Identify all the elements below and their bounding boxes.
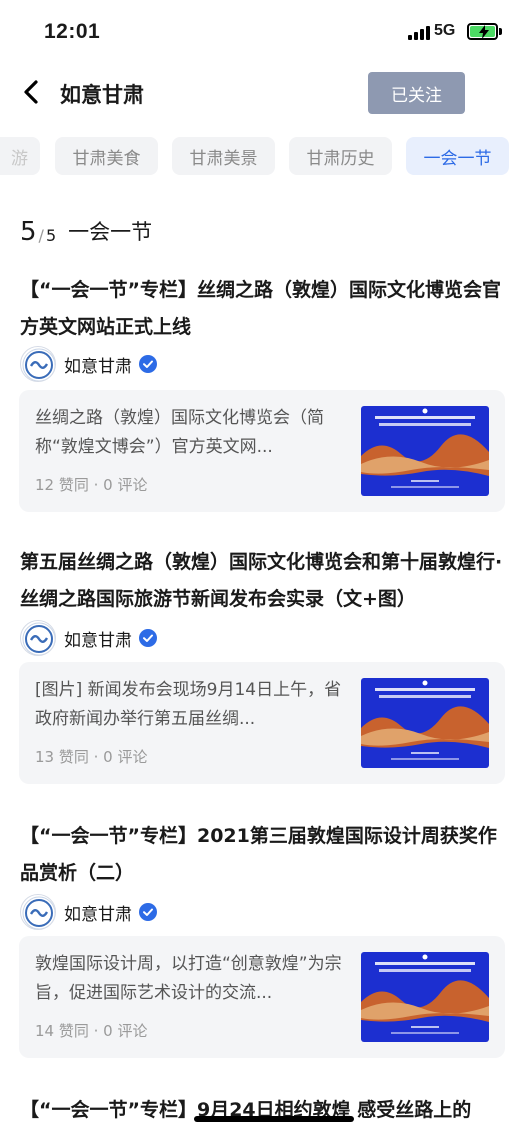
author-row[interactable]: 如意甘肃 <box>20 346 157 382</box>
category-tabs: 游 甘肃美食 甘肃美景 甘肃历史 一会一节 <box>0 137 524 177</box>
article-title[interactable]: 【“一会一节”专栏】2021第三届敦煌国际设计周获奖作品赏析（二） <box>20 818 506 892</box>
status-time: 12:01 <box>44 20 101 43</box>
signal-bars-icon <box>408 26 430 40</box>
author-name: 如意甘肃 <box>64 904 132 925</box>
section-heading: 5 / 5 一会一节 <box>20 217 155 250</box>
article-thumbnail <box>361 406 489 496</box>
page-title: 如意甘肃 <box>60 83 144 107</box>
article-title[interactable]: 第五届丝绸之路（敦煌）国际文化博览会和第十届敦煌行·丝绸之路国际旅游节新闻发布会… <box>20 544 506 618</box>
tab-scenery[interactable]: 甘肃美景 <box>172 137 275 175</box>
header: 如意甘肃 已关注 <box>0 64 524 122</box>
tab-travel[interactable]: 游 <box>0 137 40 175</box>
verified-badge-icon <box>139 629 157 647</box>
article-thumbnail <box>361 678 489 768</box>
author-row[interactable]: 如意甘肃 <box>20 894 157 930</box>
card-stats: 14 赞同 · 0 评论 <box>35 1022 148 1040</box>
avatar <box>20 346 56 382</box>
article-thumbnail <box>361 952 489 1042</box>
status-bar: 12:01 5G <box>0 0 524 64</box>
verified-badge-icon <box>139 903 157 921</box>
section-title: 一会一节 <box>66 220 155 250</box>
pager-total: 5 <box>45 226 57 245</box>
tab-event[interactable]: 一会一节 <box>406 137 509 175</box>
avatar <box>20 894 56 930</box>
follow-button[interactable]: 已关注 <box>368 72 465 114</box>
tab-history[interactable]: 甘肃历史 <box>289 137 392 175</box>
avatar <box>20 620 56 656</box>
author-name: 如意甘肃 <box>64 630 132 651</box>
author-row[interactable]: 如意甘肃 <box>20 620 157 656</box>
card-summary: [图片] 新闻发布会现场9月14日上午，省政府新闻办举行第五届丝绸... <box>35 680 342 729</box>
tab-food[interactable]: 甘肃美食 <box>55 137 158 175</box>
author-name: 如意甘肃 <box>64 356 132 377</box>
pager-separator: / <box>38 226 44 245</box>
network-type: 5G <box>434 22 456 39</box>
card-summary: 敦煌国际设计周，以打造“创意敦煌”为宗旨，促进国际艺术设计的交流... <box>35 954 342 1003</box>
home-indicator[interactable] <box>194 1116 354 1122</box>
article-title[interactable]: 【“一会一节”专栏】丝绸之路（敦煌）国际文化博览会官方英文网站正式上线 <box>20 272 506 346</box>
article-card[interactable]: 丝绸之路（敦煌）国际文化博览会（简称“敦煌文博会”）官方英文网... 12 赞同… <box>19 390 505 512</box>
article-card[interactable]: 敦煌国际设计周，以打造“创意敦煌”为宗旨，促进国际艺术设计的交流... 14 赞… <box>19 936 505 1058</box>
battery-charging-icon <box>467 23 498 40</box>
card-summary: 丝绸之路（敦煌）国际文化博览会（简称“敦煌文博会”）官方英文网... <box>35 408 324 457</box>
pager-current: 5 <box>20 217 37 247</box>
chevron-left-icon[interactable] <box>18 78 46 106</box>
article-card[interactable]: [图片] 新闻发布会现场9月14日上午，省政府新闻办举行第五届丝绸... 13 … <box>19 662 505 784</box>
verified-badge-icon <box>139 355 157 373</box>
card-stats: 12 赞同 · 0 评论 <box>35 476 148 494</box>
battery-cap <box>499 28 502 35</box>
card-stats: 13 赞同 · 0 评论 <box>35 748 148 766</box>
article-title[interactable]: 【“一会一节”专栏】9月24日相约敦煌 感受丝路上的 <box>20 1092 506 1129</box>
